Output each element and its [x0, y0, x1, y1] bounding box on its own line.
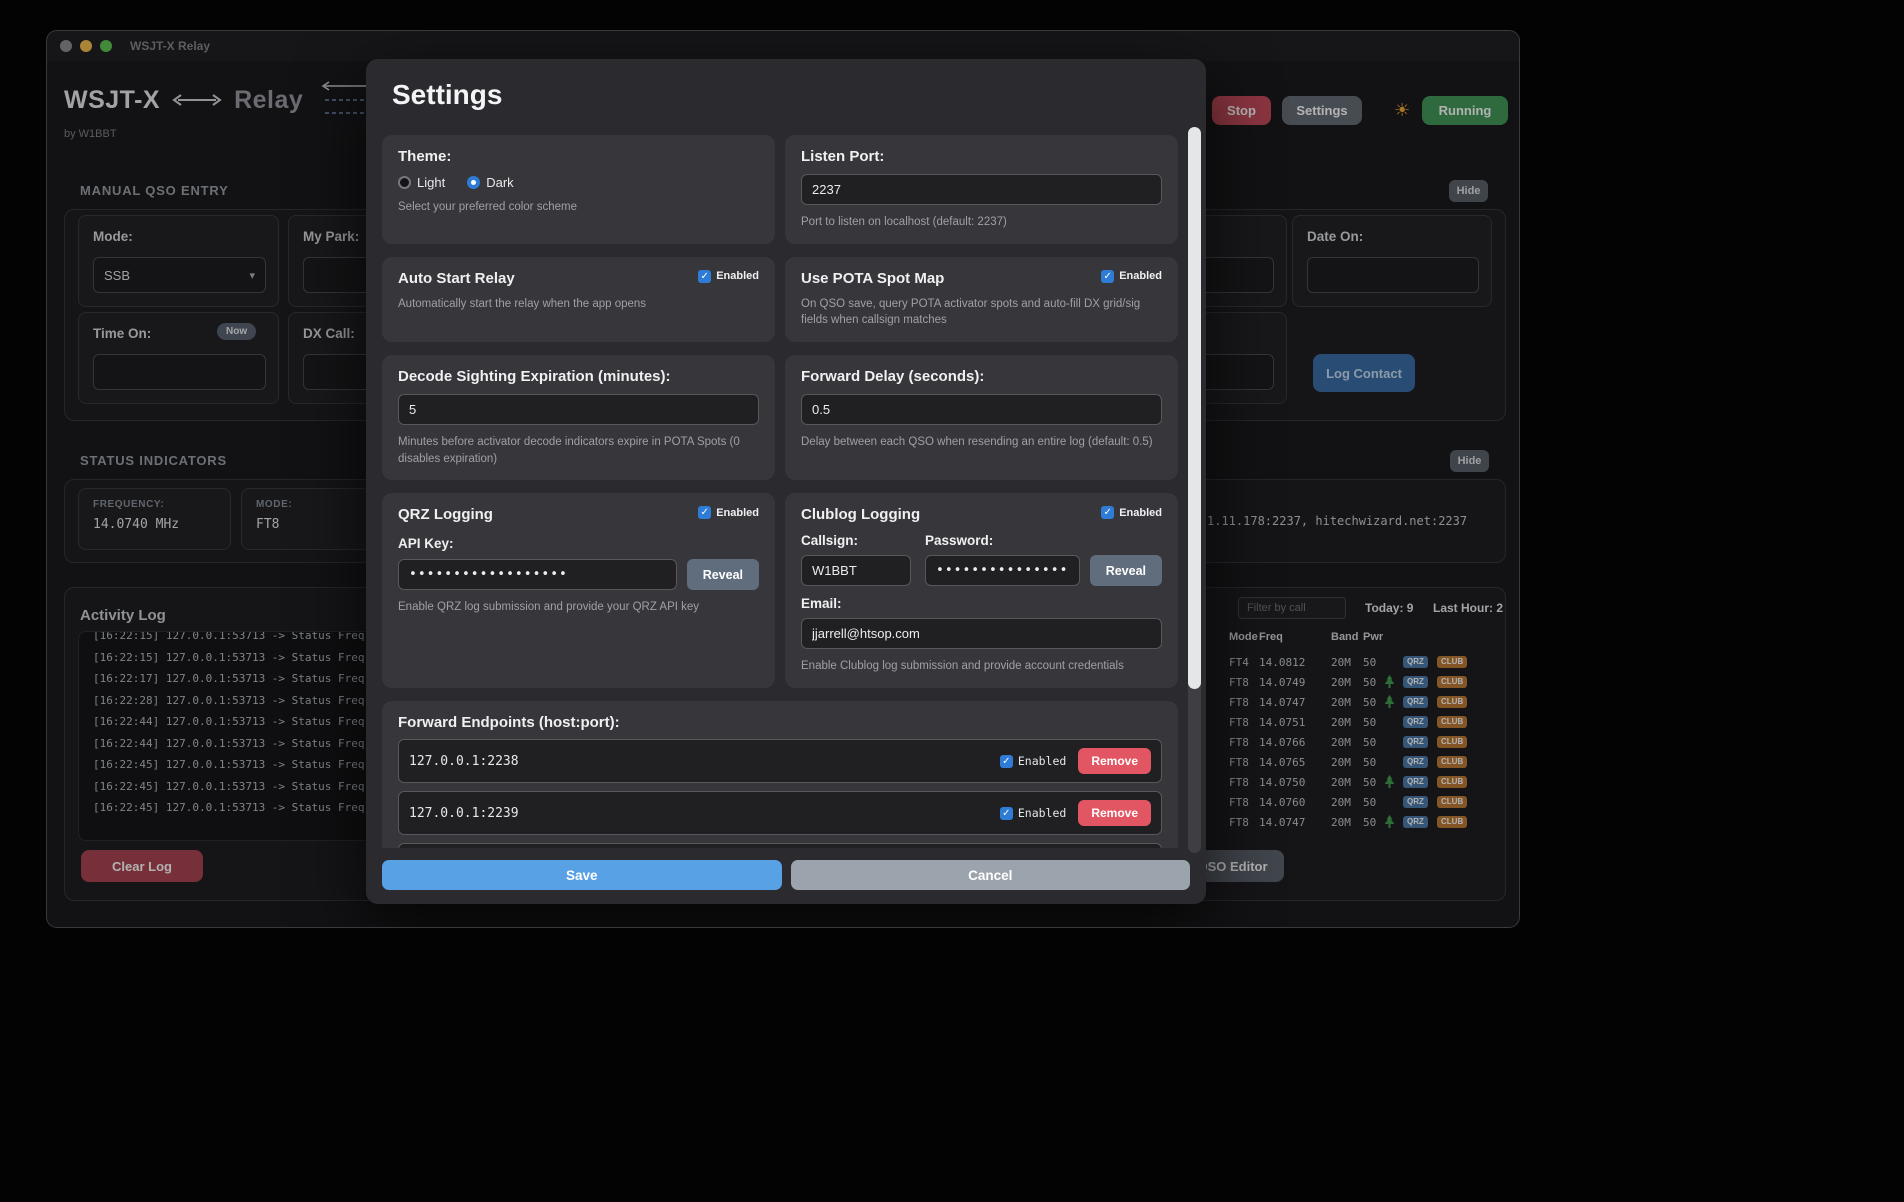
enabled-label: Enabled: [716, 507, 759, 519]
checkbox-checked-icon: ✓: [1101, 506, 1114, 519]
enabled-label: Enabled: [716, 270, 759, 282]
settings-modal: Settings Theme: Light: [366, 59, 1206, 904]
endpoint-rows: 127.0.0.1:2238✓EnabledRemove127.0.0.1:22…: [398, 739, 1162, 848]
enabled-label: Enabled: [1018, 806, 1066, 820]
pota-caption: On QSO save, query POTA activator spots …: [801, 296, 1162, 329]
clublog-checkbox[interactable]: ✓ Enabled: [1101, 506, 1162, 519]
qrz-logging-card: QRZ Logging ✓ Enabled API Key: Reveal En…: [382, 493, 775, 688]
qrz-api-key-input[interactable]: [398, 559, 677, 590]
endpoint-host-value[interactable]: 127.0.0.1:2239: [409, 806, 988, 821]
enabled-label: Enabled: [1119, 507, 1162, 519]
clublog-reveal-button[interactable]: Reveal: [1090, 555, 1162, 586]
endpoint-host-value[interactable]: 127.0.0.1:2238: [409, 754, 988, 769]
qrz-reveal-button[interactable]: Reveal: [687, 559, 759, 590]
modal-footer: Save Cancel: [366, 848, 1206, 904]
forward-endpoints-label: Forward Endpoints (host:port):: [398, 714, 1162, 731]
endpoint-enabled-checkbox[interactable]: ✓ Enabled: [1000, 754, 1066, 768]
theme-light-radio[interactable]: Light: [398, 175, 445, 190]
clublog-password-input[interactable]: [925, 555, 1080, 586]
modal-scrollbar-track[interactable]: [1188, 127, 1201, 853]
api-key-label: API Key:: [398, 536, 759, 551]
callsign-label: Callsign:: [801, 533, 911, 548]
theme-card: Theme: Light Dark Select your prefer: [382, 135, 775, 244]
qrz-logging-label: QRZ Logging: [398, 506, 493, 523]
endpoint-row: 127.0.0.1:2239 ✓ Enabled Remove: [398, 791, 1162, 835]
auto-start-card: Auto Start Relay ✓ Enabled Automatically…: [382, 257, 775, 342]
email-label: Email:: [801, 596, 1162, 611]
auto-start-checkbox[interactable]: ✓ Enabled: [698, 270, 759, 283]
decode-expiration-caption: Minutes before activator decode indicato…: [398, 434, 759, 467]
checkbox-checked-icon: ✓: [698, 270, 711, 283]
pota-checkbox[interactable]: ✓ Enabled: [1101, 270, 1162, 283]
forward-delay-caption: Delay between each QSO when resending an…: [801, 434, 1162, 451]
checkbox-checked-icon: ✓: [698, 506, 711, 519]
remove-endpoint-button[interactable]: Remove: [1078, 748, 1151, 774]
dark-label: Dark: [486, 175, 513, 190]
app-window: WSJT-X Relay WSJT-X Relay: [46, 30, 1520, 928]
remove-endpoint-button[interactable]: Remove: [1078, 800, 1151, 826]
endpoint-enabled-checkbox[interactable]: ✓ Enabled: [1000, 806, 1066, 820]
desktop: WSJT-X Relay WSJT-X Relay: [0, 0, 1904, 1202]
light-label: Light: [417, 175, 445, 190]
radio-unselected-icon: [398, 176, 411, 189]
enabled-label: Enabled: [1018, 754, 1066, 768]
qrz-caption: Enable QRZ log submission and provide yo…: [398, 599, 759, 616]
modal-body: Theme: Light Dark Select your prefer: [366, 127, 1206, 848]
qrz-checkbox[interactable]: ✓ Enabled: [698, 506, 759, 519]
modal-title: Settings: [392, 79, 1180, 111]
forward-delay-input[interactable]: [801, 394, 1162, 425]
forward-delay-label: Forward Delay (seconds):: [801, 368, 1162, 385]
checkbox-checked-icon: ✓: [1000, 755, 1013, 768]
listen-port-card: Listen Port: Port to listen on localhost…: [785, 135, 1178, 244]
decode-expiration-input[interactable]: [398, 394, 759, 425]
save-button[interactable]: Save: [382, 860, 782, 890]
checkbox-checked-icon: ✓: [1101, 270, 1114, 283]
endpoint-row: 127.0.0.1:2238 ✓ Enabled Remove: [398, 739, 1162, 783]
auto-start-label: Auto Start Relay: [398, 270, 515, 287]
clublog-card: Clublog Logging ✓ Enabled Callsign:: [785, 493, 1178, 688]
clublog-caption: Enable Clublog log submission and provid…: [801, 658, 1162, 675]
clublog-email-input[interactable]: [801, 618, 1162, 649]
decode-expiration-label: Decode Sighting Expiration (minutes):: [398, 368, 759, 385]
enabled-label: Enabled: [1119, 270, 1162, 282]
clublog-callsign-input[interactable]: [801, 555, 911, 586]
theme-dark-radio[interactable]: Dark: [467, 175, 513, 190]
radio-selected-icon: [467, 176, 480, 189]
theme-label: Theme:: [398, 148, 759, 165]
modal-scrollbar-thumb[interactable]: [1188, 127, 1201, 689]
pota-label: Use POTA Spot Map: [801, 270, 944, 287]
decode-expiration-card: Decode Sighting Expiration (minutes): Mi…: [382, 355, 775, 480]
pota-card: Use POTA Spot Map ✓ Enabled On QSO save,…: [785, 257, 1178, 342]
listen-port-label: Listen Port:: [801, 148, 1162, 165]
cancel-button[interactable]: Cancel: [791, 860, 1191, 890]
clublog-label: Clublog Logging: [801, 506, 920, 523]
listen-port-caption: Port to listen on localhost (default: 22…: [801, 214, 1162, 231]
forward-endpoints-card: Forward Endpoints (host:port): 127.0.0.1…: [382, 701, 1178, 848]
forward-delay-card: Forward Delay (seconds): Delay between e…: [785, 355, 1178, 480]
checkbox-checked-icon: ✓: [1000, 807, 1013, 820]
modal-header: Settings: [366, 59, 1206, 127]
auto-start-caption: Automatically start the relay when the a…: [398, 296, 759, 313]
theme-caption: Select your preferred color scheme: [398, 199, 759, 216]
password-label: Password:: [925, 533, 1162, 548]
listen-port-input[interactable]: [801, 174, 1162, 205]
